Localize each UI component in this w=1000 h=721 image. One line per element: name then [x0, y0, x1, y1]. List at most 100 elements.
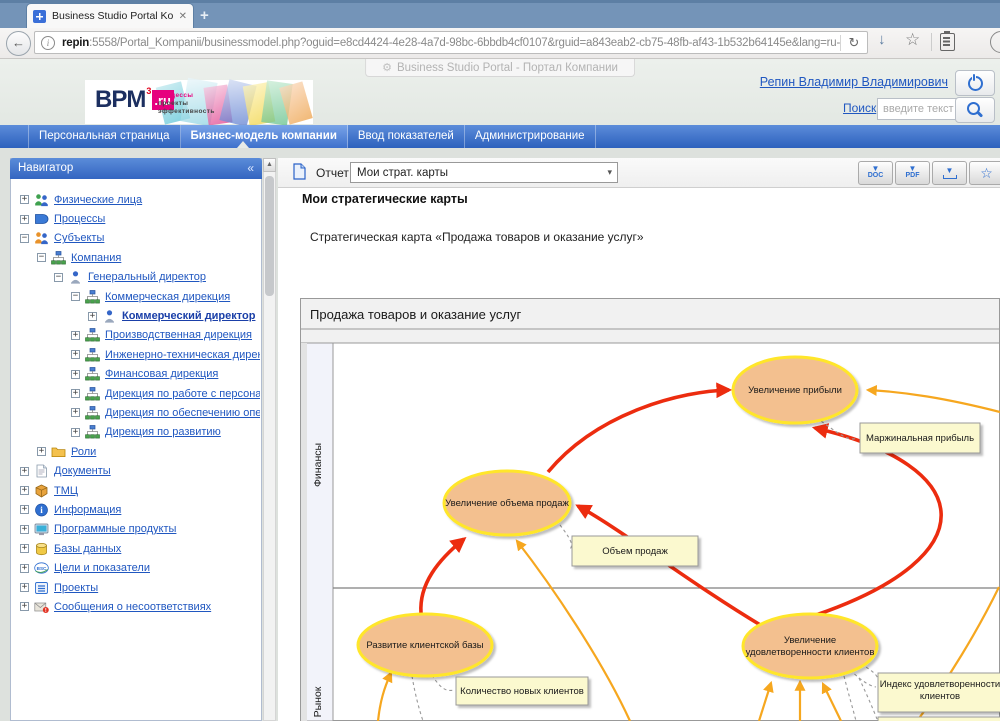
- tree-link-3[interactable]: Компания: [71, 252, 121, 264]
- reload-icon[interactable]: ↻: [840, 35, 867, 51]
- main-nav: Персональная страница Бизнес-модель комп…: [0, 125, 1000, 148]
- nav-tab-business-model[interactable]: Бизнес-модель компании: [181, 125, 348, 148]
- tree-link-11[interactable]: Дирекция по обеспечению операц: [105, 407, 260, 419]
- site-info-icon[interactable]: i: [41, 36, 55, 50]
- gear-icon: ⚙: [382, 62, 392, 74]
- tree-item: + Производственная дирекция: [12, 326, 260, 345]
- tree-link-8[interactable]: Инженерно-техническая дирекция: [105, 349, 260, 361]
- tree-link-16[interactable]: Информация: [54, 504, 121, 516]
- tree-expand-icon[interactable]: +: [20, 544, 29, 553]
- report-icon: [292, 163, 307, 180]
- org-icon: [85, 348, 100, 362]
- logout-button[interactable]: [955, 70, 995, 96]
- tab-close-icon[interactable]: ✕: [179, 11, 187, 22]
- tree-expand-icon[interactable]: +: [88, 312, 97, 321]
- page-title: Мои стратегические карты: [302, 192, 468, 206]
- scroll-up-button[interactable]: ▲: [263, 158, 276, 172]
- tree-link-9[interactable]: Финансовая дирекция: [105, 368, 218, 380]
- tree-expand-icon[interactable]: +: [71, 408, 80, 417]
- tree-link-13[interactable]: Роли: [71, 446, 96, 458]
- url-bar[interactable]: i repin:5558/Portal_Kompanii/businessmod…: [34, 31, 868, 54]
- tree-expand-icon[interactable]: +: [71, 331, 80, 340]
- tree-link-4[interactable]: Генеральный директор: [88, 271, 206, 283]
- tree-item: + Дирекция по обеспечению операц: [12, 403, 260, 422]
- report-select[interactable]: Мои страт. карты ▾: [350, 162, 618, 183]
- tree-link-5[interactable]: Коммерческая дирекция: [105, 291, 230, 303]
- tree-item: − Субъекты: [12, 229, 260, 248]
- tree-item: + Роли: [12, 442, 260, 461]
- tree-item: + Дирекция по работе с персоналом: [12, 384, 260, 403]
- svg-text:Развитие клиентской базы: Развитие клиентской базы: [366, 640, 483, 651]
- export-doc-button[interactable]: ▼DOC: [858, 161, 893, 185]
- tree-link-21[interactable]: Сообщения о несоответствиях: [54, 601, 211, 613]
- bookmarks-menu-icon[interactable]: [940, 33, 955, 51]
- tree-link-18[interactable]: Базы данных: [54, 543, 121, 555]
- scrollbar-thumb[interactable]: [265, 176, 274, 296]
- tree-expand-icon[interactable]: +: [20, 467, 29, 476]
- tree-link-14[interactable]: Документы: [54, 465, 111, 477]
- org-icon: [85, 406, 100, 420]
- tree-expand-icon[interactable]: +: [20, 215, 29, 224]
- export-pdf-button[interactable]: ▼PDF: [895, 161, 930, 185]
- tree-link-10[interactable]: Дирекция по работе с персоналом: [105, 388, 260, 400]
- tree-link-17[interactable]: Программные продукты: [54, 523, 176, 535]
- bookmark-star-icon[interactable]: ☆: [905, 30, 920, 50]
- url-text: repin:5558/Portal_Kompanii/businessmodel…: [62, 37, 840, 49]
- logo-tagline: процессы проекты эффективность: [158, 92, 215, 116]
- tree-expand-icon[interactable]: +: [71, 428, 80, 437]
- back-button[interactable]: ←: [6, 31, 31, 56]
- tree-expand-icon[interactable]: +: [20, 583, 29, 592]
- browser-tab[interactable]: Business Studio Portal Ko... ✕: [26, 3, 194, 28]
- favorite-button[interactable]: ☆: [969, 161, 1000, 185]
- tree-item: + Инженерно-техническая дирекция: [12, 345, 260, 364]
- tree-link-1[interactable]: Процессы: [54, 213, 105, 225]
- chevron-down-icon: ▾: [607, 167, 612, 178]
- person-icon: [102, 309, 117, 323]
- tree-expand-icon[interactable]: +: [71, 350, 80, 359]
- downloads-icon[interactable]: ↓: [878, 31, 886, 48]
- save-report-button[interactable]: ▼: [932, 161, 967, 185]
- collapse-panel-icon[interactable]: «: [247, 158, 254, 179]
- nav-tab-admin[interactable]: Администрирование: [465, 125, 596, 148]
- tree-expand-icon[interactable]: +: [71, 389, 80, 398]
- nav-tab-indicators[interactable]: Ввод показателей: [348, 125, 465, 148]
- tree-expand-icon[interactable]: +: [20, 602, 29, 611]
- tree-link-12[interactable]: Дирекция по развитию: [105, 426, 221, 438]
- tree-link-15[interactable]: ТМЦ: [54, 485, 78, 497]
- tree-link-19[interactable]: Цели и показатели: [54, 562, 150, 574]
- tree-link-6[interactable]: Коммерческий директор: [122, 310, 255, 322]
- tree-link-2[interactable]: Субъекты: [54, 232, 104, 244]
- tree-expand-icon[interactable]: +: [20, 525, 29, 534]
- search-input[interactable]: [877, 98, 961, 120]
- tree-expand-icon[interactable]: +: [71, 370, 80, 379]
- diagram-title: Продажа товаров и оказание услуг: [310, 307, 521, 322]
- tree-expand-icon[interactable]: +: [20, 564, 29, 573]
- tree-link-20[interactable]: Проекты: [54, 582, 98, 594]
- tree-link-0[interactable]: Физические лица: [54, 194, 142, 206]
- goal-increase-client-satisfaction: [743, 614, 877, 678]
- tree-item: + Документы: [12, 461, 260, 480]
- tree-collapse-icon[interactable]: −: [71, 292, 80, 301]
- tree-collapse-icon[interactable]: −: [37, 253, 46, 262]
- star-icon: ☆: [980, 166, 993, 180]
- tree-expand-icon[interactable]: +: [37, 447, 46, 456]
- users-icon: [34, 193, 49, 207]
- tree-collapse-icon[interactable]: −: [20, 234, 29, 243]
- lane-label-finance: Финансы: [312, 443, 324, 487]
- user-profile-link[interactable]: Репин Владимир Владимирович: [760, 75, 948, 89]
- tree-item: + Проекты: [12, 578, 260, 597]
- tree-collapse-icon[interactable]: −: [54, 273, 63, 282]
- search-button[interactable]: [955, 97, 995, 123]
- nav-tab-personal[interactable]: Персональная страница: [28, 125, 181, 148]
- svg-text:Объем продаж: Объем продаж: [602, 546, 668, 557]
- org-icon: [85, 367, 100, 381]
- favicon: [33, 10, 46, 23]
- svg-text:Увеличение объема продаж: Увеличение объема продаж: [445, 498, 569, 509]
- navigator-tree: +Физические лица+Процессы−Субъекты−Компа…: [12, 190, 260, 718]
- new-tab-button[interactable]: +: [200, 7, 209, 24]
- tree-expand-icon[interactable]: +: [20, 195, 29, 204]
- tree-link-7[interactable]: Производственная дирекция: [105, 329, 252, 341]
- search-link[interactable]: Поиск: [843, 101, 876, 115]
- tree-expand-icon[interactable]: +: [20, 486, 29, 495]
- tree-expand-icon[interactable]: +: [20, 505, 29, 514]
